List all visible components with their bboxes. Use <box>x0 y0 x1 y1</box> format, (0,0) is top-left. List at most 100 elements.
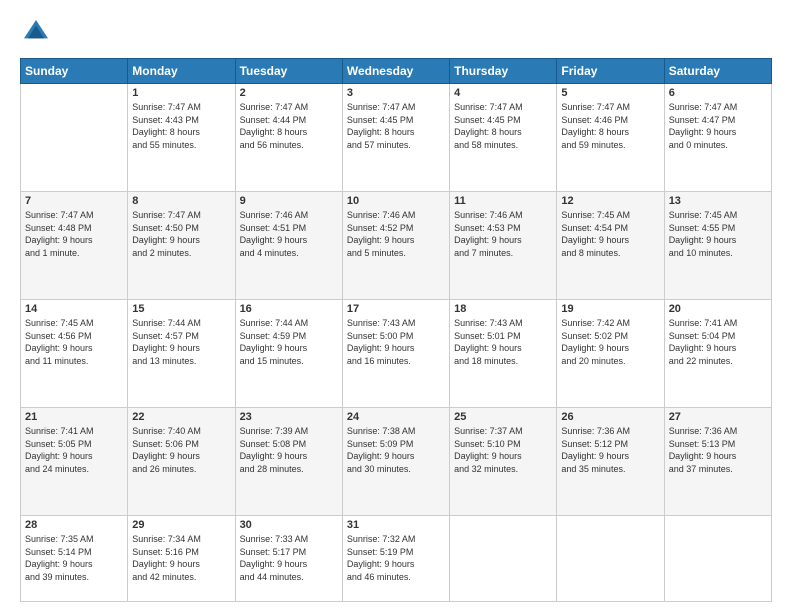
calendar-cell: 31 Sunrise: 7:32 AM Sunset: 5:19 PM Dayli… <box>342 516 449 602</box>
calendar-cell: 18 Sunrise: 7:43 AM Sunset: 5:01 PM Dayli… <box>450 300 557 408</box>
day-info: Sunrise: 7:45 AM Sunset: 4:55 PM Dayligh… <box>669 209 767 259</box>
day-number: 16 <box>240 303 338 315</box>
calendar-cell: 25 Sunrise: 7:37 AM Sunset: 5:10 PM Dayli… <box>450 408 557 516</box>
calendar-cell: 27 Sunrise: 7:36 AM Sunset: 5:13 PM Dayli… <box>664 408 771 516</box>
calendar-cell: 22 Sunrise: 7:40 AM Sunset: 5:06 PM Dayli… <box>128 408 235 516</box>
day-info: Sunrise: 7:35 AM Sunset: 5:14 PM Dayligh… <box>25 533 123 583</box>
day-number: 20 <box>669 303 767 315</box>
day-number: 21 <box>25 411 123 423</box>
weekday-header-wednesday: Wednesday <box>342 59 449 84</box>
day-number: 25 <box>454 411 552 423</box>
day-number: 9 <box>240 195 338 207</box>
calendar-cell: 20Sunrise: 7:41 AM Sunset: 5:04 PM Dayli… <box>664 300 771 408</box>
day-number: 24 <box>347 411 445 423</box>
day-number: 6 <box>669 87 767 99</box>
day-number: 17 <box>347 303 445 315</box>
calendar-cell: 12 Sunrise: 7:45 AM Sunset: 4:54 PM Dayli… <box>557 192 664 300</box>
calendar-cell <box>450 516 557 602</box>
calendar-cell: 10 Sunrise: 7:46 AM Sunset: 4:52 PM Dayli… <box>342 192 449 300</box>
calendar-cell: 30 Sunrise: 7:33 AM Sunset: 5:17 PM Dayli… <box>235 516 342 602</box>
day-info: Sunrise: 7:45 AM Sunset: 4:56 PM Dayligh… <box>25 317 123 367</box>
calendar-cell: 15 Sunrise: 7:44 AM Sunset: 4:57 PM Dayli… <box>128 300 235 408</box>
day-info: Sunrise: 7:36 AM Sunset: 5:12 PM Dayligh… <box>561 425 659 475</box>
calendar-cell: 7Sunrise: 7:47 AM Sunset: 4:48 PM Daylig… <box>21 192 128 300</box>
day-number: 26 <box>561 411 659 423</box>
calendar-week-row: 14Sunrise: 7:45 AM Sunset: 4:56 PM Dayli… <box>21 300 772 408</box>
calendar-table: SundayMondayTuesdayWednesdayThursdayFrid… <box>20 58 772 602</box>
day-info: Sunrise: 7:33 AM Sunset: 5:17 PM Dayligh… <box>240 533 338 583</box>
day-info: Sunrise: 7:47 AM Sunset: 4:44 PM Dayligh… <box>240 101 338 151</box>
day-info: Sunrise: 7:36 AM Sunset: 5:13 PM Dayligh… <box>669 425 767 475</box>
calendar-cell: 28Sunrise: 7:35 AM Sunset: 5:14 PM Dayli… <box>21 516 128 602</box>
day-info: Sunrise: 7:39 AM Sunset: 5:08 PM Dayligh… <box>240 425 338 475</box>
day-info: Sunrise: 7:37 AM Sunset: 5:10 PM Dayligh… <box>454 425 552 475</box>
day-info: Sunrise: 7:46 AM Sunset: 4:52 PM Dayligh… <box>347 209 445 259</box>
calendar-cell: 19 Sunrise: 7:42 AM Sunset: 5:02 PM Dayli… <box>557 300 664 408</box>
day-info: Sunrise: 7:47 AM Sunset: 4:45 PM Dayligh… <box>454 101 552 151</box>
calendar-cell: 1 Sunrise: 7:47 AM Sunset: 4:43 PM Daylig… <box>128 84 235 192</box>
logo-icon <box>20 16 52 48</box>
calendar-week-row: 7Sunrise: 7:47 AM Sunset: 4:48 PM Daylig… <box>21 192 772 300</box>
day-info: Sunrise: 7:41 AM Sunset: 5:05 PM Dayligh… <box>25 425 123 475</box>
calendar-cell: 14Sunrise: 7:45 AM Sunset: 4:56 PM Dayli… <box>21 300 128 408</box>
calendar-cell: 3 Sunrise: 7:47 AM Sunset: 4:45 PM Daylig… <box>342 84 449 192</box>
day-info: Sunrise: 7:43 AM Sunset: 5:01 PM Dayligh… <box>454 317 552 367</box>
day-number: 10 <box>347 195 445 207</box>
day-info: Sunrise: 7:47 AM Sunset: 4:50 PM Dayligh… <box>132 209 230 259</box>
day-number: 22 <box>132 411 230 423</box>
calendar-cell: 9 Sunrise: 7:46 AM Sunset: 4:51 PM Daylig… <box>235 192 342 300</box>
calendar-cell: 26 Sunrise: 7:36 AM Sunset: 5:12 PM Dayli… <box>557 408 664 516</box>
header <box>20 16 772 48</box>
day-number: 29 <box>132 519 230 531</box>
day-info: Sunrise: 7:47 AM Sunset: 4:43 PM Dayligh… <box>132 101 230 151</box>
day-info: Sunrise: 7:38 AM Sunset: 5:09 PM Dayligh… <box>347 425 445 475</box>
day-number: 11 <box>454 195 552 207</box>
weekday-header-tuesday: Tuesday <box>235 59 342 84</box>
weekday-header-sunday: Sunday <box>21 59 128 84</box>
calendar-cell: 6 Sunrise: 7:47 AM Sunset: 4:47 PM Daylig… <box>664 84 771 192</box>
day-info: Sunrise: 7:45 AM Sunset: 4:54 PM Dayligh… <box>561 209 659 259</box>
calendar-cell: 29 Sunrise: 7:34 AM Sunset: 5:16 PM Dayli… <box>128 516 235 602</box>
calendar-cell: 2 Sunrise: 7:47 AM Sunset: 4:44 PM Daylig… <box>235 84 342 192</box>
day-number: 8 <box>132 195 230 207</box>
weekday-header-monday: Monday <box>128 59 235 84</box>
day-number: 15 <box>132 303 230 315</box>
calendar-week-row: 21 Sunrise: 7:41 AM Sunset: 5:05 PM Dayli… <box>21 408 772 516</box>
day-info: Sunrise: 7:46 AM Sunset: 4:53 PM Dayligh… <box>454 209 552 259</box>
calendar-week-row: 28Sunrise: 7:35 AM Sunset: 5:14 PM Dayli… <box>21 516 772 602</box>
day-number: 12 <box>561 195 659 207</box>
day-number: 13 <box>669 195 767 207</box>
weekday-header-friday: Friday <box>557 59 664 84</box>
calendar-cell: 5Sunrise: 7:47 AM Sunset: 4:46 PM Daylig… <box>557 84 664 192</box>
calendar-cell <box>664 516 771 602</box>
weekday-header-thursday: Thursday <box>450 59 557 84</box>
calendar-cell: 4 Sunrise: 7:47 AM Sunset: 4:45 PM Daylig… <box>450 84 557 192</box>
day-number: 18 <box>454 303 552 315</box>
day-number: 1 <box>132 87 230 99</box>
day-info: Sunrise: 7:34 AM Sunset: 5:16 PM Dayligh… <box>132 533 230 583</box>
logo <box>20 16 58 48</box>
day-info: Sunrise: 7:32 AM Sunset: 5:19 PM Dayligh… <box>347 533 445 583</box>
day-info: Sunrise: 7:42 AM Sunset: 5:02 PM Dayligh… <box>561 317 659 367</box>
day-number: 30 <box>240 519 338 531</box>
day-info: Sunrise: 7:40 AM Sunset: 5:06 PM Dayligh… <box>132 425 230 475</box>
day-number: 3 <box>347 87 445 99</box>
day-number: 31 <box>347 519 445 531</box>
day-info: Sunrise: 7:47 AM Sunset: 4:48 PM Dayligh… <box>25 209 123 259</box>
day-number: 4 <box>454 87 552 99</box>
calendar-cell: 24 Sunrise: 7:38 AM Sunset: 5:09 PM Dayli… <box>342 408 449 516</box>
day-number: 2 <box>240 87 338 99</box>
day-info: Sunrise: 7:44 AM Sunset: 4:59 PM Dayligh… <box>240 317 338 367</box>
calendar-cell <box>21 84 128 192</box>
day-info: Sunrise: 7:47 AM Sunset: 4:45 PM Dayligh… <box>347 101 445 151</box>
day-info: Sunrise: 7:44 AM Sunset: 4:57 PM Dayligh… <box>132 317 230 367</box>
day-info: Sunrise: 7:43 AM Sunset: 5:00 PM Dayligh… <box>347 317 445 367</box>
page: SundayMondayTuesdayWednesdayThursdayFrid… <box>0 0 792 612</box>
day-number: 27 <box>669 411 767 423</box>
calendar-cell: 21 Sunrise: 7:41 AM Sunset: 5:05 PM Dayli… <box>21 408 128 516</box>
day-info: Sunrise: 7:47 AM Sunset: 4:47 PM Dayligh… <box>669 101 767 151</box>
day-info: Sunrise: 7:47 AM Sunset: 4:46 PM Dayligh… <box>561 101 659 151</box>
day-info: Sunrise: 7:46 AM Sunset: 4:51 PM Dayligh… <box>240 209 338 259</box>
day-number: 19 <box>561 303 659 315</box>
calendar-cell: 11 Sunrise: 7:46 AM Sunset: 4:53 PM Dayli… <box>450 192 557 300</box>
